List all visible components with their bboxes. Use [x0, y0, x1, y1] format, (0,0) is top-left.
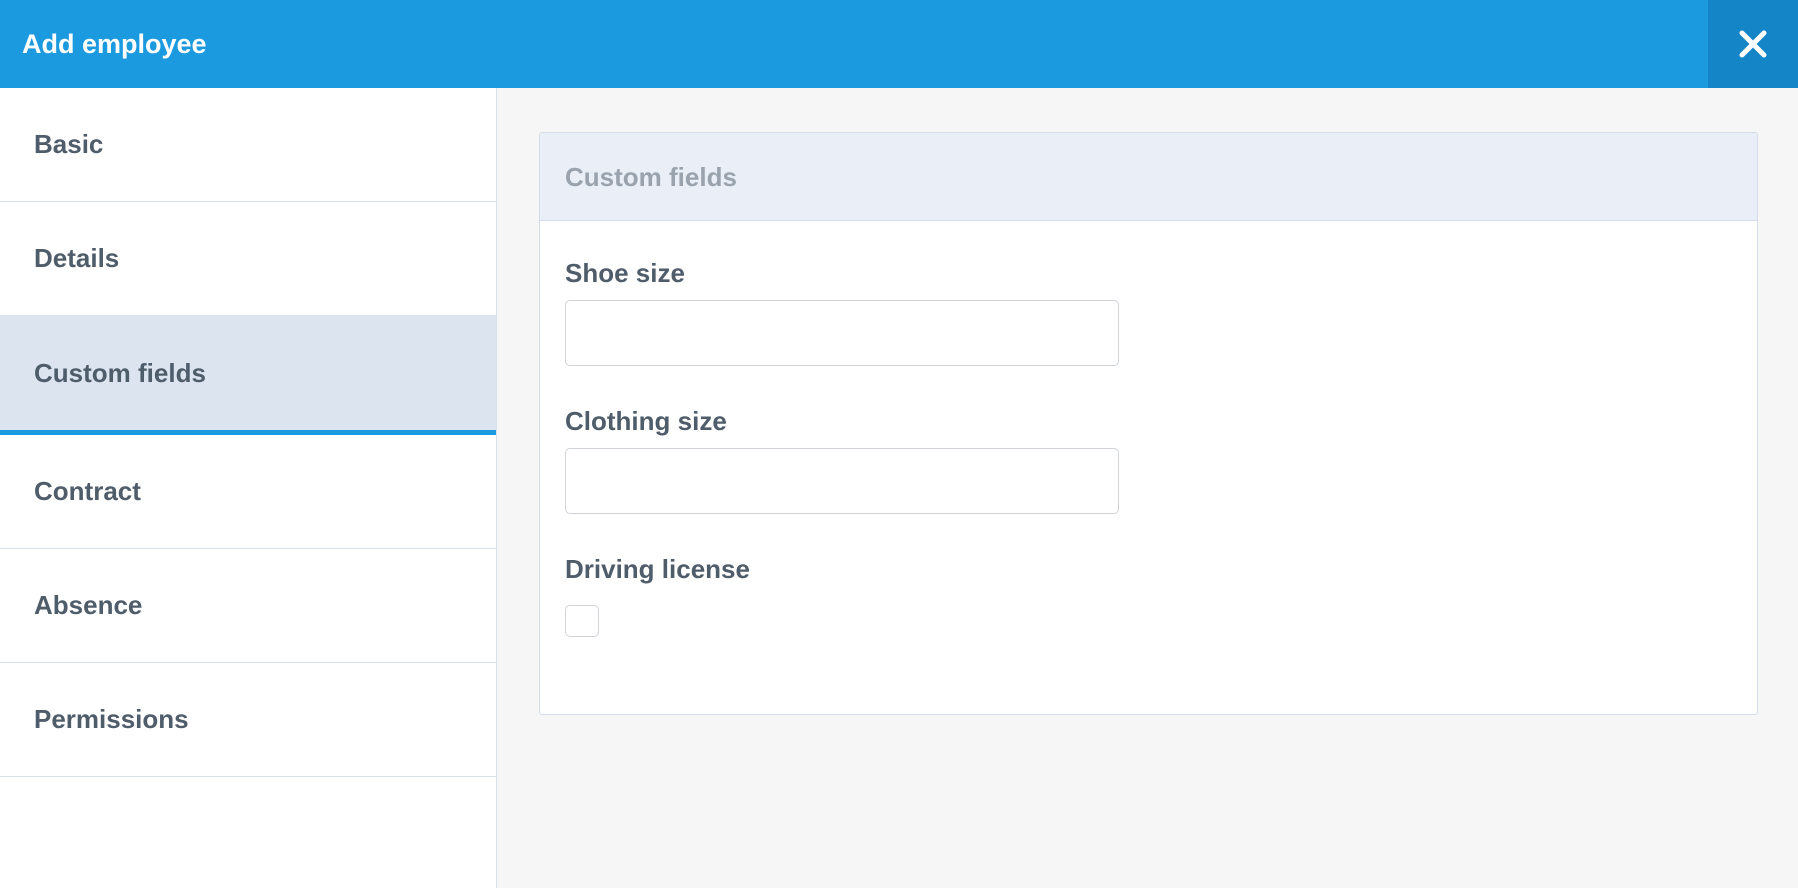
shoe-size-input[interactable]: [565, 300, 1119, 366]
main-content: Custom fields Shoe size Clothing size Dr…: [497, 88, 1798, 888]
sidebar-item-contract[interactable]: Contract: [0, 435, 496, 549]
sidebar-item-label: Absence: [34, 590, 143, 620]
sidebar-item-custom-fields[interactable]: Custom fields: [0, 316, 496, 435]
custom-fields-panel: Custom fields Shoe size Clothing size Dr…: [539, 132, 1758, 715]
sidebar-item-label: Custom fields: [34, 358, 206, 388]
modal-title: Add employee: [22, 29, 207, 59]
sidebar-nav: Basic Details Custom fields Contract Abs…: [0, 88, 497, 888]
clothing-size-input[interactable]: [565, 448, 1119, 514]
panel-header: Custom fields: [540, 133, 1757, 221]
close-icon: [1739, 30, 1767, 58]
sidebar-item-absence[interactable]: Absence: [0, 549, 496, 663]
sidebar-item-details[interactable]: Details: [0, 202, 496, 316]
driving-license-label: Driving license: [565, 554, 750, 584]
sidebar-item-label: Basic: [34, 129, 104, 159]
modal-header: Add employee: [0, 0, 1798, 88]
close-button[interactable]: [1708, 0, 1798, 88]
clothing-size-label: Clothing size: [565, 406, 727, 436]
sidebar-item-basic[interactable]: Basic: [0, 88, 496, 202]
driving-license-checkbox[interactable]: [565, 605, 599, 637]
sidebar-item-label: Contract: [34, 476, 141, 506]
shoe-size-label: Shoe size: [565, 258, 685, 288]
sidebar-item-permissions[interactable]: Permissions: [0, 663, 496, 777]
panel-title: Custom fields: [565, 162, 737, 192]
sidebar-item-label: Permissions: [34, 704, 189, 734]
sidebar-item-label: Details: [34, 243, 120, 273]
